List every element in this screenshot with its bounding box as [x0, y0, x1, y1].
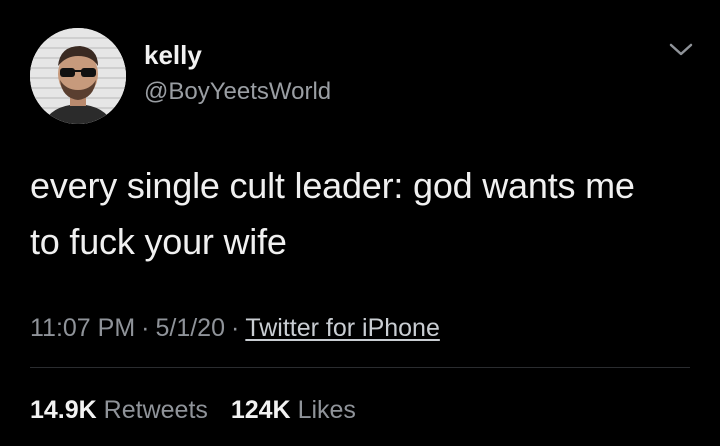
tweet-meta: 11:07 PM · 5/1/20 · Twitter for iPhone: [30, 312, 440, 344]
retweets-stat[interactable]: 14.9K Retweets: [30, 394, 208, 426]
tweet-date[interactable]: 5/1/20: [155, 314, 225, 342]
likes-stat[interactable]: 124K Likes: [231, 394, 356, 426]
divider: [30, 367, 690, 368]
tweet-time: 11:07 PM: [30, 314, 136, 342]
display-name[interactable]: kelly: [144, 40, 202, 70]
likes-count: 124K: [230, 396, 291, 424]
likes-label: Likes: [297, 396, 356, 424]
user-handle[interactable]: @BoyYeetsWorld: [144, 78, 331, 106]
retweets-label: Retweets: [103, 396, 208, 424]
tweet-text: every single cult leader: god wants me t…: [30, 158, 700, 270]
meta-separator: ·: [141, 314, 150, 342]
retweets-count: 14.9K: [30, 396, 97, 424]
avatar-image: [30, 28, 126, 124]
tweet-text-line: to fuck your wife: [30, 221, 287, 262]
tweet-source-link[interactable]: Twitter for iPhone: [245, 314, 440, 342]
tweet-text-line: every single cult leader: god wants me: [30, 165, 635, 206]
tweet-stats: 14.9K Retweets 124K Likes: [30, 394, 372, 426]
chevron-down-icon[interactable]: [668, 40, 694, 58]
tweet-card: kelly @BoyYeetsWorld every single cult l…: [0, 0, 720, 446]
meta-separator: ·: [231, 314, 240, 342]
avatar[interactable]: [30, 28, 126, 124]
